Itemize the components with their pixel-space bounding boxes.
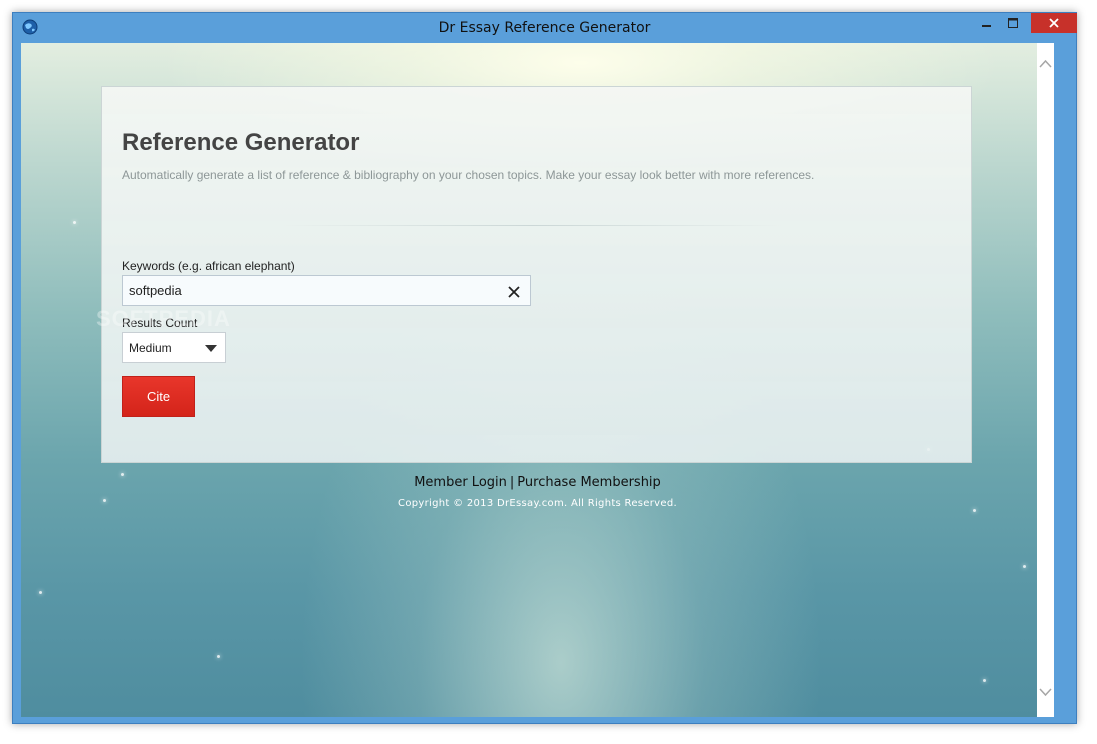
- window-title: Dr Essay Reference Generator: [438, 20, 651, 36]
- results-count-select[interactable]: Medium: [122, 332, 226, 363]
- sparkle: [973, 509, 976, 512]
- footer-links: Member Login | Purchase Membership: [21, 475, 1054, 490]
- cite-button[interactable]: Cite: [122, 376, 195, 417]
- reference-generator-card: Reference Generator Automatically genera…: [101, 86, 972, 463]
- page-description: Automatically generate a list of referen…: [122, 168, 815, 182]
- sparkle: [1023, 565, 1026, 568]
- minimize-icon: [982, 25, 991, 27]
- divider: [282, 225, 782, 226]
- minimize-button[interactable]: [975, 13, 999, 33]
- copyright-text: Copyright © 2013 DrEssay.com. All Rights…: [398, 498, 677, 509]
- sparkle: [983, 679, 986, 682]
- triangle-down-icon: [205, 345, 217, 352]
- vertical-scrollbar[interactable]: [1037, 43, 1054, 717]
- client-area: Reference Generator Automatically genera…: [21, 43, 1054, 717]
- title-bar[interactable]: Dr Essay Reference Generator: [13, 13, 1077, 43]
- purchase-membership-link[interactable]: Purchase Membership: [517, 475, 661, 490]
- sparkle: [73, 221, 76, 224]
- keywords-input[interactable]: [122, 275, 531, 306]
- app-window: Dr Essay Reference Generator Reference G…: [12, 12, 1077, 724]
- page-title: Reference Generator: [122, 129, 360, 156]
- close-window-button[interactable]: [1031, 13, 1077, 33]
- sparkle: [39, 591, 42, 594]
- keywords-label: Keywords (e.g. african elephant): [122, 259, 295, 273]
- member-login-link[interactable]: Member Login: [414, 475, 507, 490]
- chevron-down-icon[interactable]: [1039, 687, 1052, 697]
- close-x-icon[interactable]: [507, 285, 521, 299]
- maximize-icon: [1008, 18, 1018, 28]
- chevron-up-icon[interactable]: [1039, 59, 1052, 69]
- maximize-button[interactable]: [1001, 13, 1025, 33]
- watermark: SOFTPEDIA: [96, 306, 231, 331]
- sparkle: [217, 655, 220, 658]
- close-icon: [1049, 18, 1059, 28]
- footer-separator: |: [509, 475, 515, 490]
- results-count-value: Medium: [129, 341, 172, 355]
